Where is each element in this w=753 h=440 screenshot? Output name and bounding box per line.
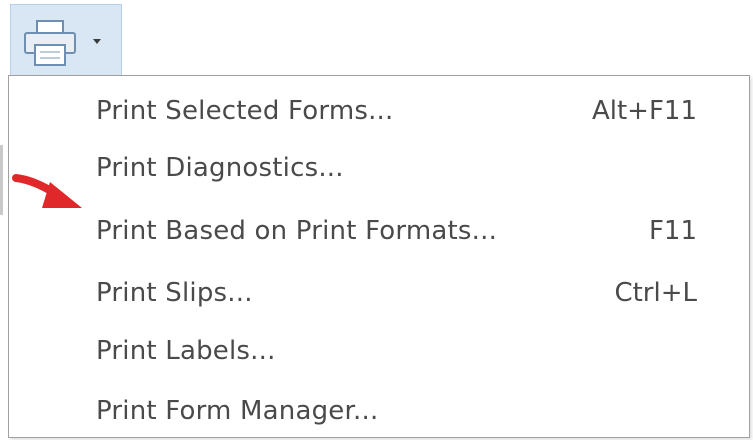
menu-item-label: Print Form Manager... (96, 396, 379, 426)
menu-item-label: Print Labels... (96, 336, 276, 366)
menu-item-print-based-on-print-formats[interactable]: Print Based on Print Formats... F11 (9, 202, 749, 260)
print-menu: Print Selected Forms... Alt+F11 Print Di… (8, 75, 750, 438)
menu-item-shortcut: Ctrl+L (614, 278, 697, 308)
printer-icon[interactable] (21, 19, 79, 67)
menu-item-label: Print Slips... (96, 278, 253, 308)
menu-item-print-selected-forms[interactable]: Print Selected Forms... Alt+F11 (9, 82, 749, 140)
menu-item-print-labels[interactable]: Print Labels... (9, 322, 749, 380)
dropdown-arrow-icon[interactable] (93, 39, 101, 44)
menu-item-label: Print Selected Forms... (96, 96, 394, 126)
red-pointer-arrow-icon (12, 174, 82, 208)
menu-item-label: Print Based on Print Formats... (96, 216, 498, 246)
menu-item-print-diagnostics[interactable]: Print Diagnostics... (9, 139, 749, 197)
menu-item-print-slips[interactable]: Print Slips... Ctrl+L (9, 264, 749, 322)
menu-item-shortcut: F11 (648, 216, 697, 246)
background-window-edge (0, 145, 3, 215)
menu-item-label: Print Diagnostics... (96, 153, 344, 183)
screenshot-stage: Print Selected Forms... Alt+F11 Print Di… (0, 0, 753, 440)
menu-item-shortcut: Alt+F11 (591, 96, 697, 126)
print-split-button[interactable] (10, 4, 122, 76)
menu-item-print-form-manager[interactable]: Print Form Manager... (9, 382, 749, 440)
